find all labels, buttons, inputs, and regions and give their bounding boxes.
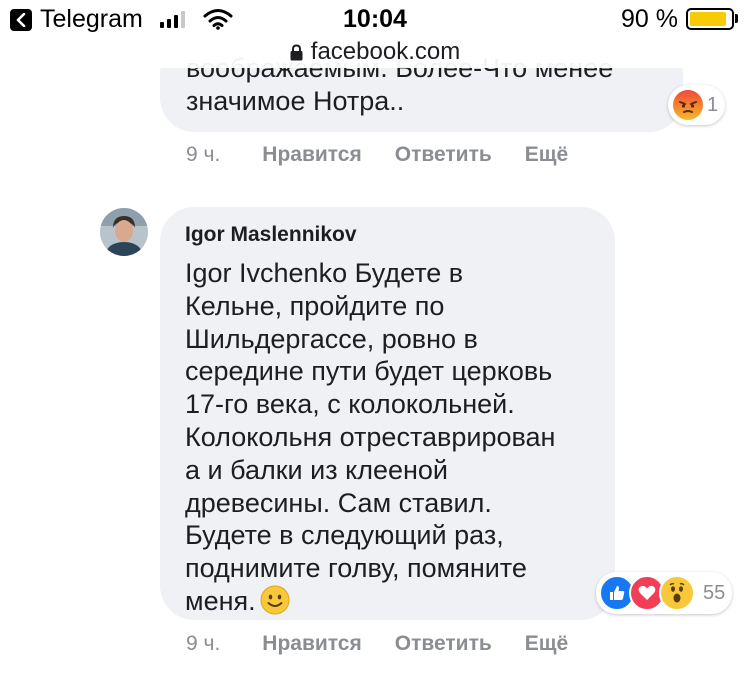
comment-time[interactable]: 9 ч. [186,632,220,656]
comment-author[interactable]: Igor Maslennikov [185,223,357,247]
battery-nub [735,14,738,23]
reaction-summary[interactable]: 1 [668,85,726,125]
reaction-summary[interactable]: 55 [596,572,733,614]
more-action[interactable]: Ещё [525,632,568,656]
wow-icon [659,575,695,611]
reply-action[interactable]: Ответить [395,143,492,167]
comment-text: Igor Ivchenko Будете в Кельне, пройдите … [185,257,605,623]
avatar[interactable] [100,208,148,256]
reply-action[interactable]: Ответить [395,632,492,656]
smiling-face-icon [260,585,290,623]
like-action[interactable]: Нравится [262,143,361,167]
reaction-count: 55 [703,581,726,604]
comment-meta: 9 ч. Нравится Ответить Ещё [186,143,601,167]
battery-icon [686,8,734,30]
user-photo [100,208,148,256]
like-action[interactable]: Нравится [262,632,361,656]
more-action[interactable]: Ещё [525,143,568,167]
lock-icon [290,44,303,61]
comment-time[interactable]: 9 ч. [186,143,220,167]
address-bar[interactable]: facebook.com [0,38,750,66]
angry-face-icon [671,88,705,122]
comment-body: Igor Ivchenko Будете в Кельне, пройдите … [185,258,556,616]
comment-text: значимое Нотра.. [186,86,405,116]
battery-percent: 90 % [621,5,678,33]
comment-meta: 9 ч. Нравится Ответить Ещё [186,632,601,656]
comment-bubble[interactable]: Igor Maslennikov Igor Ivchenko Будете в … [160,207,615,620]
status-bar: Telegram 10:04 90 % [0,0,750,40]
reaction-count: 1 [707,93,719,116]
url-text: facebook.com [310,38,461,65]
battery-level [690,12,726,26]
